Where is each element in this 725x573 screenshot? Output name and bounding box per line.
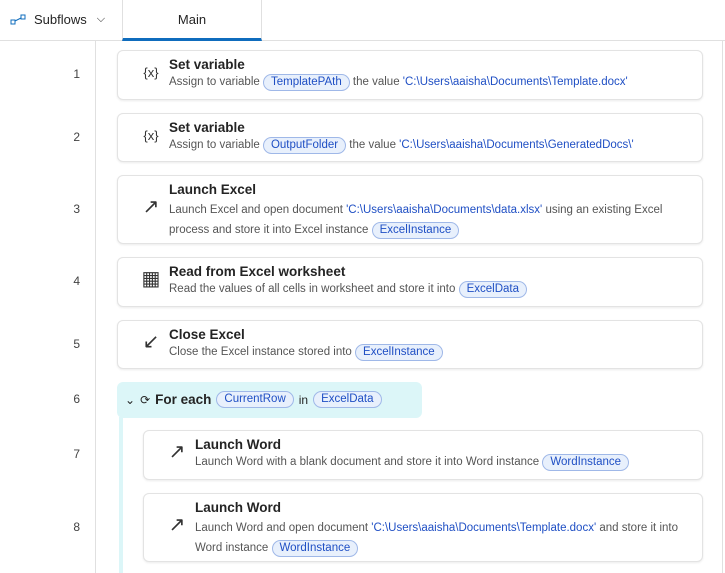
description-text: Read the values of all cells in workshee… [169, 283, 459, 295]
string-value: 'C:\Users\aaisha\Documents\GeneratedDocs… [399, 139, 634, 151]
action-step[interactable]: {x} Set variable Assign to variable Templa… [117, 50, 703, 100]
loop-icon: ⟳ [140, 392, 151, 407]
string-value: 'C:\Users\aaisha\Documents\Template.docx… [402, 76, 628, 88]
step-description: Launch Excel and open document 'C:\Users… [169, 200, 664, 240]
description-text: Launch Excel and open document [169, 204, 347, 216]
scrollbar[interactable] [722, 41, 723, 573]
variable-icon: {x} [143, 65, 159, 80]
step-description: Launch Word with a blank document and st… [195, 452, 690, 472]
subflows-dropdown[interactable]: Subflows ⌵ [10, 12, 105, 27]
line-number: 5 [73, 336, 80, 351]
string-value: 'C:\Users\aaisha\Documents\data.xlsx' [346, 204, 543, 216]
variable-pill[interactable]: OutputFolder [262, 137, 347, 154]
action-step[interactable]: ↗ Launch Excel Launch Excel and open docum… [117, 175, 703, 244]
line-number: 4 [73, 274, 80, 288]
action-step[interactable]: ↙ Close Excel Close the Excel instance sto… [117, 320, 703, 369]
step-description: Read the values of all cells in workshee… [169, 279, 664, 299]
close-arrow-icon: ↙ [142, 331, 160, 353]
launch-arrow-icon: ↗ [168, 514, 186, 536]
description-text: Assign to variable [169, 76, 263, 88]
step-title: Launch Excel [169, 182, 257, 197]
description-text: Close the Excel instance stored into [169, 346, 356, 358]
tab-main[interactable]: Main [122, 0, 262, 41]
variable-pill[interactable]: TemplatePAth [262, 74, 350, 91]
action-step[interactable]: ↗ Launch Word Launch Word with a blank doc… [143, 430, 703, 480]
line-number: 6 [73, 392, 80, 406]
line-number: 3 [73, 201, 80, 216]
chevron-down-icon: ⌵ [96, 13, 106, 25]
step-description: Launch Word and open document 'C:\Users\… [195, 518, 690, 558]
description-text: Assign to variable [169, 139, 263, 151]
step-title: For each [155, 392, 212, 407]
step-title: Read from Excel worksheet [169, 264, 346, 279]
chevron-down-icon[interactable]: ⌄ [125, 393, 135, 407]
variable-pill[interactable]: ExcelInstance [371, 222, 460, 239]
for-each-step[interactable]: ⌄ ⟳ For each CurrentRow in ExcelData [117, 382, 422, 418]
variable-pill[interactable]: CurrentRow [216, 391, 294, 408]
description-text: Launch Word and open document [195, 522, 372, 534]
launch-arrow-icon: ↗ [142, 196, 160, 218]
loop-body-bar [119, 417, 123, 573]
step-description: Assign to variable OutputFolder the valu… [169, 135, 664, 155]
subflows-label: Subflows [34, 12, 87, 27]
variable-pill[interactable]: ExcelData [458, 281, 527, 298]
loop-header: ⌄ ⟳ For each CurrentRow in ExcelData [125, 391, 382, 408]
action-step[interactable]: {x} Set variable Assign to variable Output… [117, 113, 703, 162]
description-text: Launch Word with a blank document and st… [195, 456, 543, 468]
step-title: Launch Word [195, 437, 281, 452]
line-number: 2 [73, 129, 80, 144]
variable-pill[interactable]: ExcelInstance [355, 344, 443, 361]
step-title: Set variable [169, 57, 245, 72]
excel-worksheet-icon: ▦ [141, 268, 161, 290]
line-number: 1 [73, 67, 80, 81]
variable-icon: {x} [143, 128, 159, 143]
line-number: 7 [73, 447, 80, 461]
action-step[interactable]: ↗ Launch Word Launch Word and open documen… [143, 493, 703, 562]
step-title: Set variable [169, 120, 245, 135]
step-title: Launch Word [195, 500, 281, 515]
header: Subflows ⌵ Main [0, 0, 725, 41]
loop-in-text: in [298, 392, 309, 407]
launch-arrow-icon: ↗ [168, 441, 186, 463]
string-value: 'C:\Users\aaisha\Documents\Template.docx… [371, 522, 597, 534]
description-text: the value [349, 76, 403, 88]
step-description: Assign to variable TemplatePAth the valu… [169, 72, 664, 92]
subflows-icon [10, 14, 26, 24]
variable-pill[interactable]: WordInstance [271, 540, 359, 557]
gutter-divider [95, 41, 96, 573]
step-title: Close Excel [169, 327, 245, 342]
variable-pill[interactable]: WordInstance [542, 454, 630, 471]
description-text: the value [346, 139, 400, 151]
action-step[interactable]: ▦ Read from Excel worksheet Read the value… [117, 257, 703, 307]
step-description: Close the Excel instance stored into Exc… [169, 342, 664, 362]
variable-pill[interactable]: ExcelData [313, 391, 382, 408]
line-number: 8 [73, 519, 80, 534]
